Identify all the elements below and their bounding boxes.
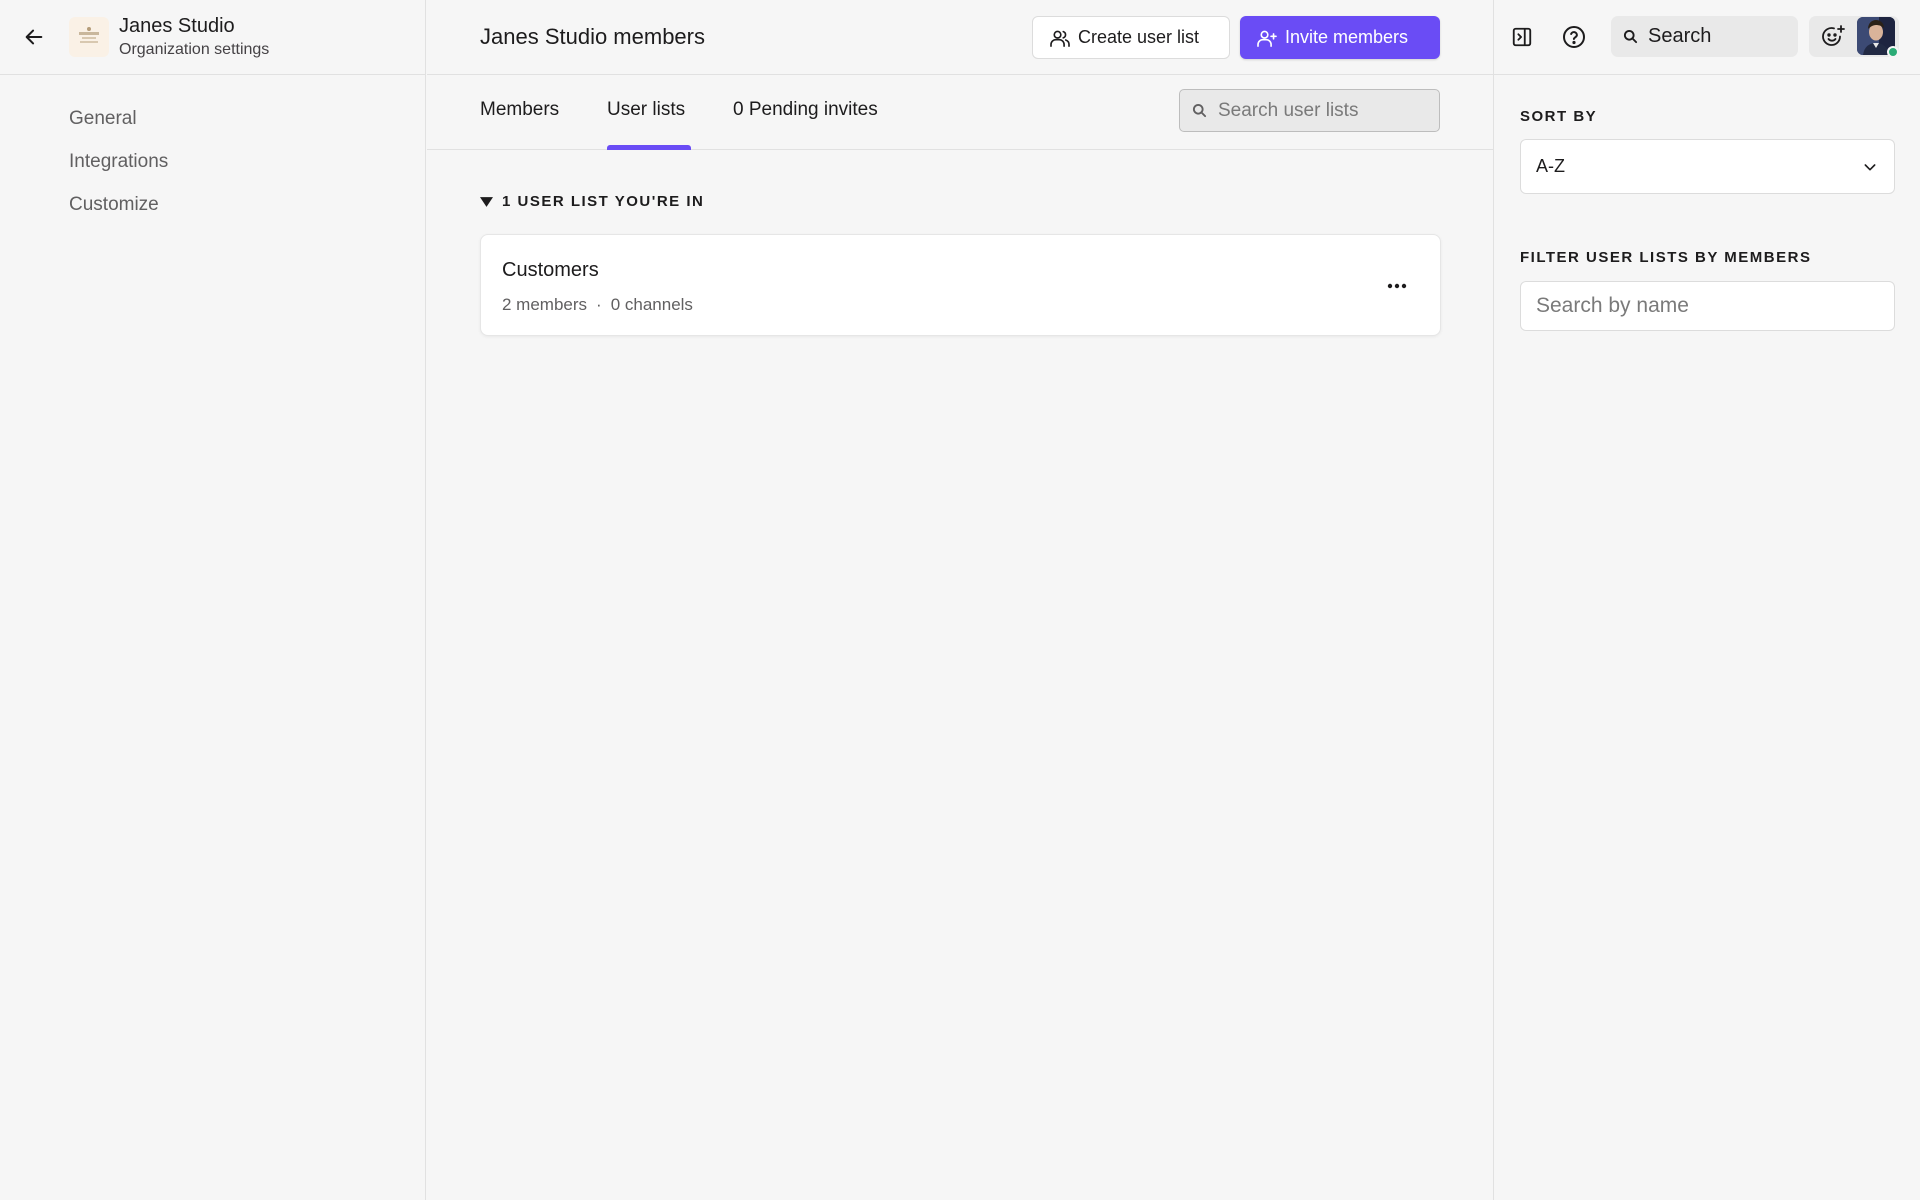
org-info: Janes Studio Organization settings — [119, 14, 269, 60]
nav-item-general[interactable]: General — [0, 97, 425, 140]
invite-members-label: Invite members — [1285, 27, 1409, 47]
right-panel: Search SORT BY A-Z FILTER USER LISTS BY … — [1493, 0, 1920, 1200]
user-lists-section-toggle[interactable]: 1 USER LIST YOU'RE IN — [480, 193, 704, 210]
page-title: Janes Studio members — [480, 24, 705, 49]
help-circle-icon — [1563, 26, 1585, 48]
create-user-list-button[interactable]: Create user list — [1032, 16, 1230, 59]
org-logo — [69, 17, 109, 57]
global-search[interactable]: Search — [1611, 16, 1798, 57]
org-name: Janes Studio — [119, 15, 235, 37]
user-list-members-count: 2 members — [502, 295, 588, 314]
tab-pending-invites[interactable]: 0 Pending invites — [733, 99, 878, 121]
search-user-lists-box[interactable] — [1179, 89, 1440, 132]
top-bar: Search — [1494, 0, 1920, 75]
settings-nav: General Integrations Customize — [0, 75, 425, 226]
settings-sidebar: Janes Studio Organization settings Gener… — [0, 0, 426, 1200]
emoji-add-icon — [1822, 25, 1845, 46]
main-header: Janes Studio members Create user list In… — [427, 0, 1493, 75]
invite-members-button[interactable]: Invite members — [1240, 16, 1440, 59]
sort-by-label: SORT BY — [1520, 108, 1598, 125]
user-list-name: Customers — [502, 259, 599, 281]
chevron-down-icon — [1864, 164, 1876, 171]
sidebar-toggle-icon — [1512, 27, 1532, 47]
nav-item-customize[interactable]: Customize — [0, 183, 425, 226]
ellipsis-icon — [1387, 283, 1407, 289]
search-user-lists-input[interactable] — [1218, 99, 1428, 122]
create-user-list-label: Create user list — [1078, 27, 1200, 47]
user-list-card[interactable]: Customers 2 members · 0 channels — [480, 234, 1441, 336]
tab-user-lists[interactable]: User lists — [607, 99, 685, 121]
user-plus-icon — [1257, 30, 1277, 47]
help-button[interactable] — [1556, 19, 1592, 55]
presence-indicator — [1887, 46, 1899, 58]
org-logo-icon — [79, 27, 99, 43]
sidebar-header: Janes Studio Organization settings — [0, 0, 425, 75]
user-list-meta: 2 members · 0 channels — [502, 295, 693, 315]
main-content: Janes Studio members Create user list In… — [427, 0, 1493, 1200]
meta-separator: · — [596, 295, 602, 314]
filter-by-name-input[interactable] — [1520, 281, 1895, 331]
search-icon — [1192, 103, 1207, 118]
filter-members-label: FILTER USER LISTS BY MEMBERS — [1520, 249, 1812, 266]
users-icon — [1050, 30, 1070, 47]
global-search-label: Search — [1648, 25, 1712, 47]
org-subtitle: Organization settings — [119, 41, 270, 58]
user-list-channels-count: 0 channels — [610, 295, 693, 314]
active-tab-indicator — [607, 145, 691, 150]
more-options-button[interactable] — [1382, 271, 1412, 301]
section-title: 1 USER LIST YOU'RE IN — [502, 193, 705, 210]
nav-item-integrations[interactable]: Integrations — [0, 140, 425, 183]
tabs-bar: Members User lists 0 Pending invites — [427, 75, 1493, 150]
caret-down-icon — [480, 196, 493, 207]
sort-by-value: A-Z — [1536, 156, 1565, 176]
sort-by-select[interactable]: A-Z — [1520, 139, 1895, 194]
set-status-button[interactable] — [1816, 19, 1852, 55]
arrow-left-icon — [25, 29, 43, 45]
search-icon — [1623, 29, 1638, 44]
tab-members[interactable]: Members — [480, 99, 559, 121]
toggle-sidebar-button[interactable] — [1504, 19, 1540, 55]
back-button[interactable] — [14, 17, 54, 57]
